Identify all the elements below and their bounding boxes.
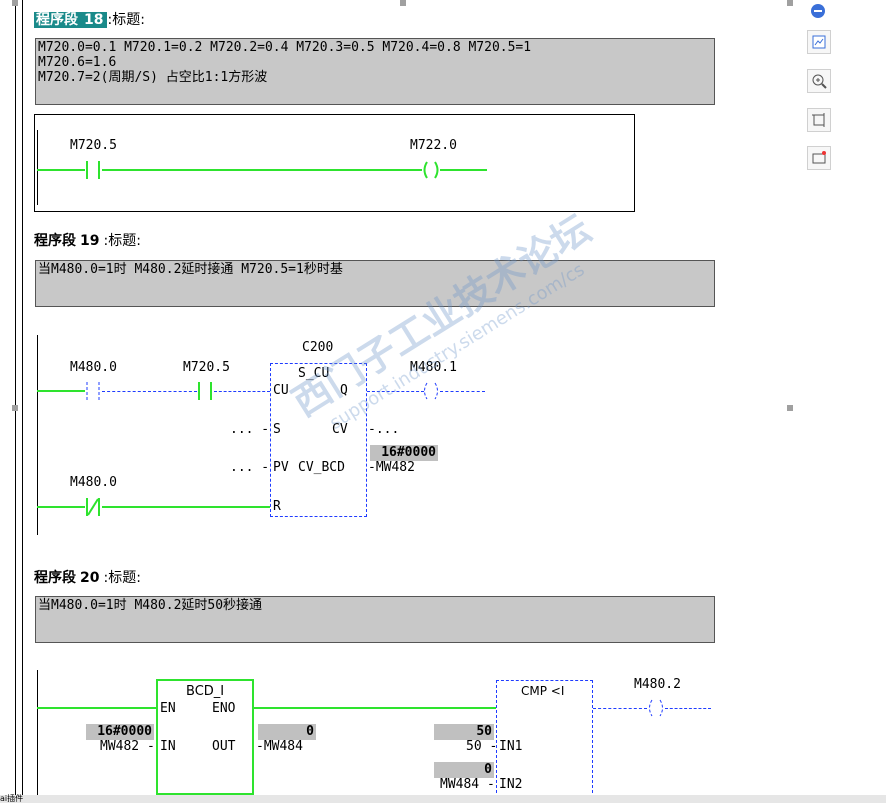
no-contact-symbol[interactable] xyxy=(84,381,104,401)
network-title-text: 标题: xyxy=(112,12,145,28)
pin-in: IN xyxy=(160,739,176,754)
comment-line: M720.0=0.1 M720.1=0.2 M720.2=0.4 M720.3=… xyxy=(38,40,532,55)
watermark: 西门子工业技术论坛 support.industry.siemens.com/c… xyxy=(280,199,610,445)
resize-handle[interactable] xyxy=(787,405,793,411)
cv-value: 16#0000 xyxy=(370,445,438,461)
rung-wire xyxy=(102,169,422,171)
network-label: 程序段 xyxy=(34,570,76,586)
resize-handle[interactable] xyxy=(400,0,406,6)
cmp-in2-operand[interactable]: MW484 - xyxy=(440,777,495,792)
bcd-block-name: BCD_I xyxy=(186,684,225,699)
network-label: 程序段 xyxy=(34,12,80,28)
rung-wire-dashed xyxy=(440,391,485,392)
coil-operand: M480.2 xyxy=(634,677,681,692)
zoom-in-icon xyxy=(812,74,827,89)
left-margin-line xyxy=(15,0,16,803)
cmp-in1-value: 50 xyxy=(434,724,494,740)
reset-contact-operand: M480.0 xyxy=(70,475,117,490)
coil-symbol[interactable] xyxy=(421,160,441,180)
contact-operand: M480.0 xyxy=(70,360,117,375)
rung-wire xyxy=(37,390,85,392)
network-19-comment[interactable]: 当M480.0=1时 M480.2延时接通 M720.5=1秒时基 xyxy=(35,260,715,307)
contact-operand: M720.5 xyxy=(183,360,230,375)
no-contact-symbol[interactable] xyxy=(84,160,104,180)
left-margin-line-inner xyxy=(22,0,23,803)
network-18-title: 程序段 18:标题: xyxy=(34,9,145,29)
rung-wire-dashed xyxy=(665,708,711,709)
pin-r: R xyxy=(273,499,281,514)
pin-cv-bcd: CV_BCD xyxy=(298,460,345,475)
rung-wire xyxy=(37,169,85,171)
comment-line: 当M480.0=1时 M480.2延时接通 M720.5=1秒时基 xyxy=(38,262,343,277)
chart-button[interactable] xyxy=(807,30,831,54)
contact-operand: M720.5 xyxy=(70,138,117,153)
crop-icon xyxy=(812,113,825,127)
network-19-title: 程序段 19:标题: xyxy=(34,230,141,250)
cv-output[interactable]: -... xyxy=(368,422,399,437)
pin-en: EN xyxy=(160,701,176,716)
chart-icon xyxy=(812,35,826,49)
rung-wire-dashed xyxy=(214,391,270,392)
bcd-in-value: 16#0000 xyxy=(86,724,154,740)
network-number: 18 xyxy=(80,12,108,28)
resize-handle[interactable] xyxy=(787,0,793,6)
s-input[interactable]: ... - xyxy=(230,422,269,437)
power-rail xyxy=(37,670,38,803)
nc-contact-symbol[interactable] xyxy=(84,497,104,517)
bcd-in-operand[interactable]: MW482 - xyxy=(100,739,155,754)
cmp-in2-value: 0 xyxy=(434,762,494,778)
cmp-block-name: CMP <I xyxy=(521,684,565,698)
pin-s: S xyxy=(273,422,281,437)
coil-symbol[interactable] xyxy=(646,698,666,718)
pin-pv: PV xyxy=(273,460,289,475)
screenshot-icon xyxy=(812,151,826,164)
network-label: 程序段 xyxy=(34,233,76,249)
rung-wire xyxy=(440,169,487,171)
pin-in1: IN1 xyxy=(499,739,523,754)
resize-handle[interactable] xyxy=(12,0,18,6)
network-18-rung-area[interactable] xyxy=(34,114,635,212)
rung-wire xyxy=(37,707,157,709)
comment-line: M720.7=2(周期/S) 占空比1:1方形波 xyxy=(38,70,268,85)
cmp-in1-operand[interactable]: 50 - xyxy=(466,739,497,754)
pin-eno: ENO xyxy=(212,701,236,716)
network-number: 19 xyxy=(80,233,100,249)
status-text: ai插件 xyxy=(0,794,24,803)
bcd-out-value: 0 xyxy=(258,724,316,740)
pin-in2: IN2 xyxy=(499,777,523,792)
minus-circle-icon[interactable] xyxy=(811,4,825,18)
coil-symbol[interactable] xyxy=(421,381,441,401)
no-contact-symbol[interactable] xyxy=(196,381,216,401)
network-title-text: 标题: xyxy=(108,570,141,586)
crop-button[interactable] xyxy=(807,108,831,132)
rung-wire xyxy=(254,707,496,709)
power-rail xyxy=(37,130,38,205)
power-rail xyxy=(37,335,38,535)
rung-wire-dashed xyxy=(593,708,647,709)
network-20-comment[interactable]: 当M480.0=1时 M480.2延时50秒接通 xyxy=(35,596,715,643)
comment-line: M720.6=1.6 xyxy=(38,55,117,70)
zoom-in-button[interactable] xyxy=(807,69,831,93)
screenshot-button[interactable] xyxy=(807,146,831,170)
status-bar: ai插件 xyxy=(0,795,886,803)
pv-input[interactable]: ... - xyxy=(230,460,269,475)
rung-wire xyxy=(102,506,270,508)
network-title-text: 标题: xyxy=(108,233,141,249)
comment-line: 当M480.0=1时 M480.2延时50秒接通 xyxy=(38,598,263,613)
network-18-comment[interactable]: M720.0=0.1 M720.1=0.2 M720.2=0.4 M720.3=… xyxy=(35,38,715,105)
network-20-title: 程序段 20:标题: xyxy=(34,567,141,587)
resize-handle[interactable] xyxy=(12,405,18,411)
bcd-out-operand[interactable]: -MW484 xyxy=(256,739,303,754)
cv-bcd-output[interactable]: -MW482 xyxy=(368,460,415,475)
network-number: 20 xyxy=(80,570,100,586)
pin-out: OUT xyxy=(212,739,236,754)
rung-wire-dashed xyxy=(102,391,197,392)
rung-wire xyxy=(37,506,85,508)
coil-operand: M722.0 xyxy=(410,138,457,153)
